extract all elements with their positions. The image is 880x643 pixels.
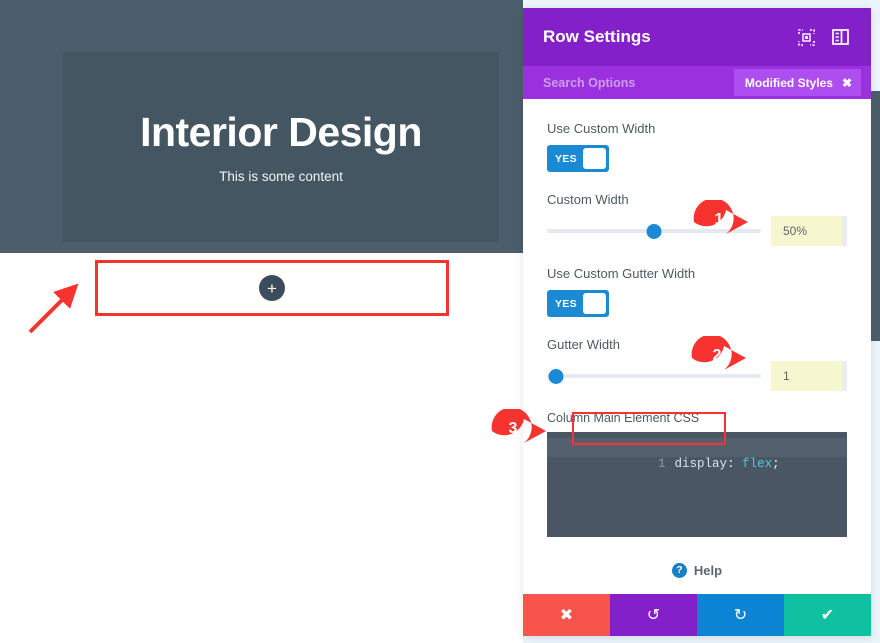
help-row[interactable]: ? Help — [547, 563, 847, 578]
field-label: Use Custom Width — [547, 121, 847, 136]
modified-styles-label: Modified Styles — [745, 76, 833, 90]
code-value: flex — [742, 457, 772, 471]
undo-button[interactable]: ↺ — [610, 594, 697, 636]
row-settings-panel: Row Settings — [523, 8, 871, 636]
redo-button[interactable]: ↻ — [697, 594, 784, 636]
undo-icon: ↺ — [647, 605, 660, 625]
add-module-icon[interactable]: + — [259, 275, 285, 301]
help-label[interactable]: Help — [694, 563, 722, 578]
annotation-number: 1 — [708, 211, 730, 229]
code-line-1[interactable]: 1 display: flex; — [553, 439, 780, 490]
redo-icon: ↻ — [734, 605, 747, 625]
field-use-custom-width: Use Custom Width YES — [547, 121, 847, 172]
toggle-state-label: YES — [550, 298, 583, 310]
field-column-main-element-css: Column Main Element CSS 1 display: flex; — [547, 411, 847, 537]
search-options-input[interactable]: Search Options — [543, 76, 734, 90]
checkmark-icon: ✔ — [821, 605, 834, 625]
annotation-number: 2 — [706, 347, 728, 365]
annotation-marker-2: 2 — [690, 336, 752, 380]
field-label: Use Custom Gutter Width — [547, 266, 847, 281]
column-css-code-editor[interactable]: 1 display: flex; — [547, 432, 847, 537]
annotation-marker-1: 1 — [692, 200, 754, 244]
toggle-state-label: YES — [550, 153, 583, 165]
panel-scrollbar[interactable] — [871, 91, 880, 341]
custom-width-value-input[interactable] — [771, 216, 847, 246]
hero-section: Interior Design This is some content — [0, 0, 523, 253]
code-colon: : — [727, 457, 742, 471]
screenshot-root: Interior Design This is some content + R… — [0, 0, 880, 643]
close-icon: ✖ — [560, 605, 573, 625]
panel-search-bar[interactable]: Search Options Modified Styles ✖ — [523, 66, 871, 99]
field-label: Column Main Element CSS — [547, 411, 847, 425]
slider-handle[interactable] — [548, 369, 563, 384]
field-use-custom-gutter-width: Use Custom Gutter Width YES — [547, 266, 847, 317]
save-button[interactable]: ✔ — [784, 594, 871, 636]
panel-footer: ✖ ↺ ↻ ✔ — [523, 594, 871, 636]
panel-title: Row Settings — [543, 27, 783, 47]
annotation-number: 3 — [502, 420, 524, 438]
toggle-knob[interactable] — [583, 293, 606, 314]
focus-target-icon[interactable] — [795, 26, 817, 48]
settings-panel-backdrop: Row Settings — [523, 0, 880, 643]
close-icon[interactable]: ✖ — [842, 76, 852, 90]
panel-header: Row Settings — [523, 8, 871, 66]
hero-subtitle: This is some content — [219, 169, 343, 184]
modified-styles-badge[interactable]: Modified Styles ✖ — [734, 69, 861, 96]
question-mark-icon: ? — [672, 563, 687, 578]
hero-inner-panel: Interior Design This is some content — [63, 52, 499, 242]
code-line-number: 1 — [658, 457, 666, 471]
cancel-button[interactable]: ✖ — [523, 594, 610, 636]
use-custom-gutter-width-toggle[interactable]: YES — [547, 290, 609, 317]
red-arrow-icon — [18, 280, 88, 340]
gutter-width-value-input[interactable] — [771, 361, 847, 391]
code-semicolon: ; — [772, 457, 780, 471]
use-custom-width-toggle[interactable]: YES — [547, 145, 609, 172]
panel-layout-icon[interactable] — [829, 26, 851, 48]
hero-title: Interior Design — [140, 110, 422, 155]
empty-row-highlighted[interactable]: + — [95, 260, 449, 316]
code-property: display — [675, 457, 728, 471]
toggle-knob[interactable] — [583, 148, 606, 169]
builder-canvas: Interior Design This is some content + — [0, 0, 523, 643]
annotation-marker-3: 3 — [490, 409, 552, 453]
slider-handle[interactable] — [647, 224, 662, 239]
